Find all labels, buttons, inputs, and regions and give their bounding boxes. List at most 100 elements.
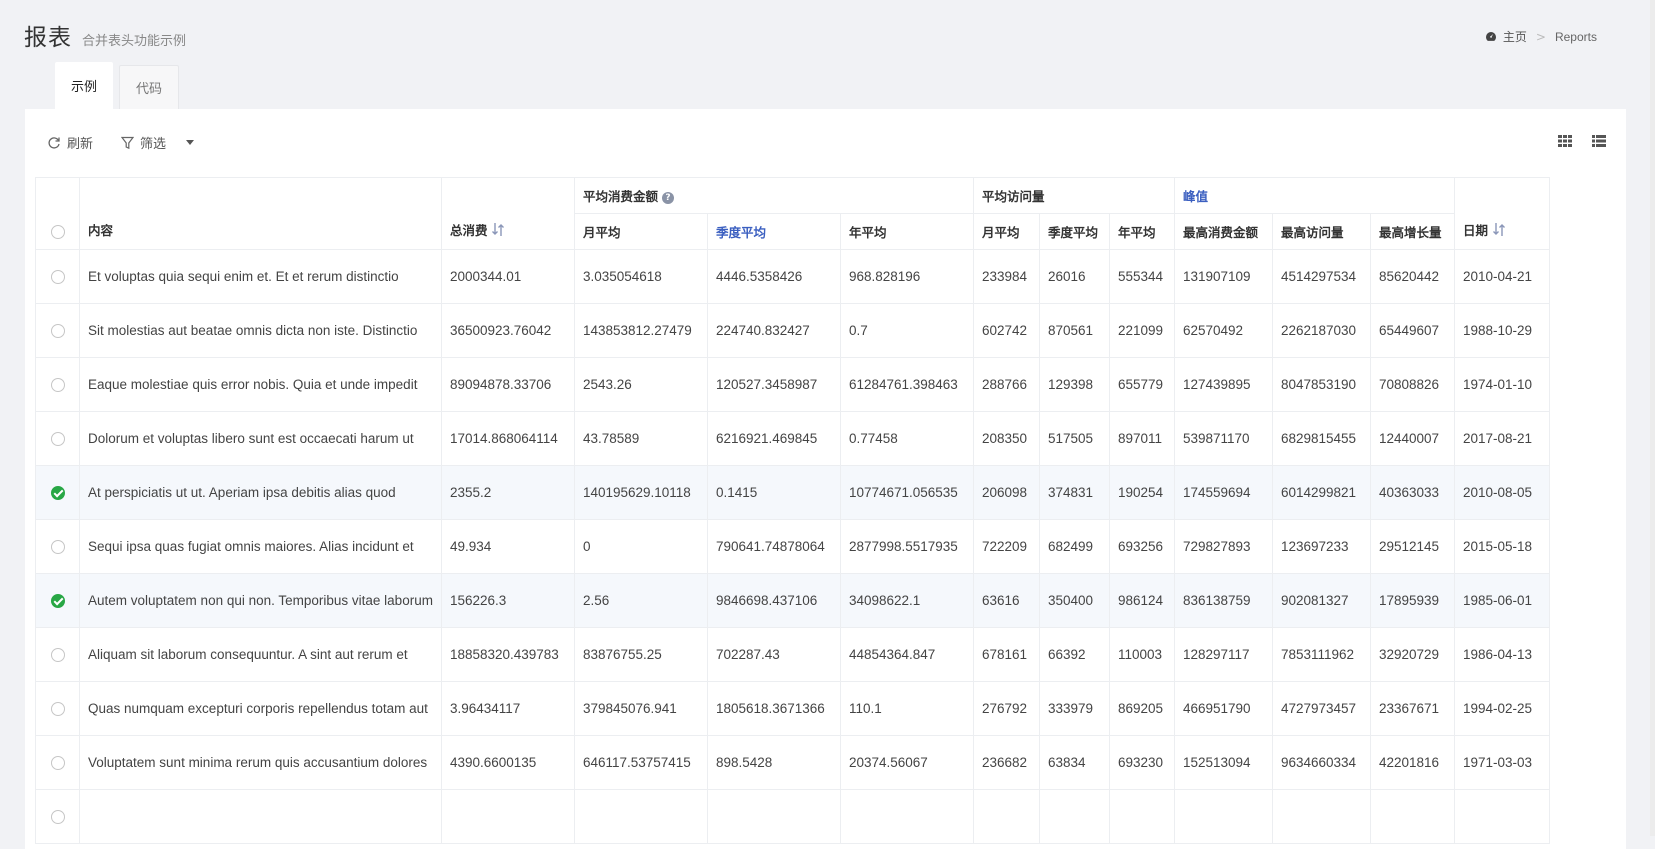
table-cell [440,789,575,844]
tab-code[interactable]: 代码 [119,65,180,109]
table-cell: 555344 [1108,249,1175,304]
row-select-cell [35,627,80,682]
row-select-cell [35,735,80,790]
table-cell: 70808826 [1369,357,1455,412]
table-cell: 143853812.27479 [573,303,708,358]
row-checkbox[interactable] [50,648,65,663]
table-cell: 206098 [972,465,1040,520]
table-row[interactable]: Voluptatem sunt minima rerum quis accusa… [35,735,1550,790]
table-cell: Quas numquam excepturi corporis repellen… [79,681,442,736]
report-table: 内容 总消费 平均消费金额? 平均访问量 峰值 日期 月平均 季度平均 年平均 … [35,177,1550,844]
row-checkbox[interactable] [50,486,65,501]
table-cell: 702287.43 [706,627,841,682]
row-select-cell [35,249,80,304]
table-cell [1038,789,1110,844]
table-cell: 23367671 [1369,681,1455,736]
table-cell: 18858320.439783 [440,627,575,682]
table-cell: 897011 [1108,411,1175,466]
row-checkbox[interactable] [50,702,65,717]
table-cell: 2543.26 [573,357,708,412]
row-select-cell [35,411,80,466]
row-checkbox[interactable] [50,378,65,393]
table-cell [972,789,1040,844]
table-row[interactable]: Eaque molestiae quis error nobis. Quia e… [35,357,1550,412]
table-cell: Autem voluptatem non qui non. Temporibus… [79,573,442,628]
row-checkbox[interactable] [50,810,65,825]
table-cell: 236682 [972,735,1040,790]
table-cell: 4390.6600135 [440,735,575,790]
table-row[interactable]: At perspiciatis ut ut. Aperiam ipsa debi… [35,465,1550,520]
table-cell [79,789,442,844]
table-cell: 2.56 [573,573,708,628]
row-checkbox[interactable] [50,432,65,447]
select-all-checkbox[interactable] [50,225,65,239]
table-row[interactable] [35,789,1550,844]
table-cell: 8047853190 [1271,357,1371,412]
help-icon[interactable]: ? [661,191,674,204]
table-cell: 3.96434117 [440,681,575,736]
row-checkbox[interactable] [50,270,65,285]
table-cell: Sit molestias aut beatae omnis dicta non… [79,303,442,358]
column-header-total[interactable]: 总消费 [440,177,575,250]
table-cell: Dolorum et voluptas libero sunt est occa… [79,411,442,466]
refresh-button[interactable]: 刷新 [47,133,93,152]
refresh-label: 刷新 [67,137,94,152]
table-cell: 6829815455 [1271,411,1371,466]
tab-bar: 示例 代码 [55,62,180,109]
table-cell: 2000344.01 [440,249,575,304]
table-cell: 10774671.056535 [839,465,974,520]
table-cell: 12440007 [1369,411,1455,466]
page-subtitle: 合并表头功能示例 [82,34,187,49]
row-select-cell [35,465,80,520]
table-cell: 66392 [1038,627,1110,682]
column-header-monthly-spend: 月平均 [573,213,708,250]
breadcrumb-home-link[interactable]: 主页 [1503,28,1527,45]
group-header-avg-visits: 平均访问量 [972,177,1175,214]
table-row[interactable]: Dolorum et voluptas libero sunt est occa… [35,411,1550,466]
table-cell [1369,789,1455,844]
page-title: 报表 [24,25,72,51]
table-cell: 89094878.33706 [440,357,575,412]
table-row[interactable]: Aliquam sit laborum consequuntur. A sint… [35,627,1550,682]
table-cell [1173,789,1273,844]
table-cell: 646117.53757415 [573,735,708,790]
column-header-max-growth: 最高增长量 [1369,213,1455,250]
filter-button[interactable]: 筛选 [121,133,166,152]
column-header-date-label: 日期 [1462,222,1488,238]
table-cell: 678161 [972,627,1040,682]
row-checkbox[interactable] [50,540,65,555]
table-row[interactable]: Quas numquam excepturi corporis repellen… [35,681,1550,736]
table-row[interactable]: Sequi ipsa quas fugiat omnis maiores. Al… [35,519,1550,574]
table-cell: 110.1 [839,681,974,736]
page-scrollbar[interactable] [1650,0,1655,836]
row-checkbox[interactable] [50,756,65,771]
column-header-date[interactable]: 日期 [1453,177,1550,250]
row-select-cell [35,789,80,844]
row-checkbox[interactable] [50,324,65,339]
table-cell: 1971-03-03 [1453,735,1550,790]
table-cell [839,789,974,844]
table-cell: 722209 [972,519,1040,574]
table-cell: 36500923.76042 [440,303,575,358]
column-header-yearly-spend: 年平均 [839,213,974,250]
table-cell: 44854364.847 [839,627,974,682]
table-row[interactable]: Autem voluptatem non qui non. Temporibus… [35,573,1550,628]
sort-icon[interactable] [1492,223,1505,239]
sort-icon[interactable] [492,223,505,239]
table-row[interactable]: Sit molestias aut beatae omnis dicta non… [35,303,1550,358]
table-row[interactable]: Et voluptas quia sequi enim et. Et et re… [35,249,1550,304]
table-cell: 655779 [1108,357,1175,412]
table-cell [1271,789,1371,844]
table-cell: 693256 [1108,519,1175,574]
table-cell: 790641.74878064 [706,519,841,574]
chevron-down-icon[interactable] [186,140,195,145]
filter-icon [121,136,135,149]
row-checkbox[interactable] [50,594,65,609]
grid-view-icon[interactable] [1558,135,1572,147]
column-header-total-label: 总消费 [449,222,488,238]
list-view-icon[interactable] [1592,135,1606,147]
report-card: 刷新 筛选 内容 总消费 平均消费金额 ? 平均访问量 峰值 日期 月平均 季度… [25,109,1626,849]
table-cell: 4446.5358426 [706,249,841,304]
tab-example[interactable]: 示例 [55,62,114,109]
table-cell: 174559694 [1173,465,1273,520]
